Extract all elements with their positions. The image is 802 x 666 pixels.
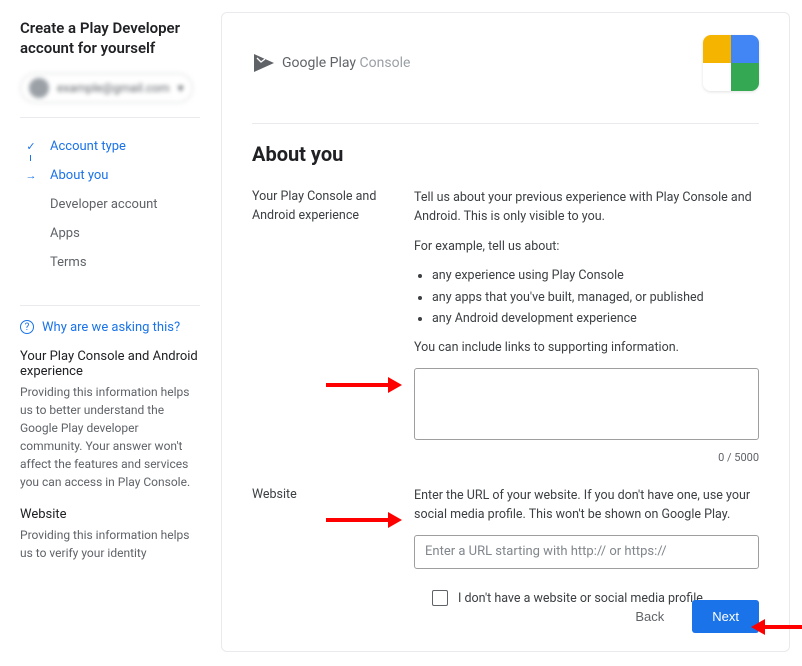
help-section-experience: Your Play Console and Android experience… [20,349,200,491]
account-email: example@gmail.com [57,81,170,95]
list-item: any experience using Play Console [432,266,759,285]
chevron-down-icon: ▾ [178,81,184,95]
website-desc: Enter the URL of your website. If you do… [414,486,759,525]
no-website-checkbox[interactable] [432,590,448,606]
google-play-console-logo: Google Play Console [252,54,410,72]
step-terms[interactable]: Terms [20,248,200,277]
step-connector [30,155,31,161]
play-triangle-icon [252,54,274,72]
experience-label: Your Play Console and Android experience [252,188,390,466]
experience-textarea[interactable] [414,368,759,440]
arrow-right-icon: → [24,169,38,182]
list-item: any Android development experience [432,309,759,328]
step-developer-account[interactable]: Developer account [20,190,200,219]
divider [20,305,200,306]
experience-example-lead: For example, tell us about: [414,237,759,256]
website-label: Website [252,486,390,608]
divider [252,123,759,124]
step-nav: ✓ Account type → About you Developer acc… [20,132,200,277]
experience-outro: You can include links to supporting info… [414,338,759,357]
why-asking-link[interactable]: ? Why are we asking this? [20,320,200,335]
sidebar-title: Create a Play Developer account for your… [20,18,200,59]
account-switcher[interactable]: example@gmail.com ▾ [20,73,193,103]
step-account-type[interactable]: ✓ Account type [20,132,200,161]
footer-actions: Back Next [623,600,759,633]
char-counter: 0 / 5000 [414,449,759,466]
sidebar: Create a Play Developer account for your… [0,0,215,666]
list-item: any apps that you've built, managed, or … [432,288,759,307]
website-input[interactable] [414,535,759,569]
question-icon: ? [20,320,34,334]
experience-field: Your Play Console and Android experience… [252,188,759,466]
back-button[interactable]: Back [623,601,676,632]
help-section-website: Website Providing this information helps… [20,507,200,562]
page-title: About you [252,142,759,166]
check-icon: ✓ [24,140,38,153]
avatar [29,78,49,98]
form-card: Google Play Console About you Your Play … [221,12,790,652]
step-about-you[interactable]: → About you [20,161,200,190]
next-button[interactable]: Next [692,600,759,633]
main: Google Play Console About you Your Play … [215,0,802,666]
step-apps[interactable]: Apps [20,219,200,248]
experience-bullets: any experience using Play Console any ap… [432,266,759,328]
brand-square-icon [703,35,759,91]
card-header: Google Play Console [252,35,759,91]
divider [20,117,200,118]
website-field: Website Enter the URL of your website. I… [252,486,759,608]
experience-intro: Tell us about your previous experience w… [414,188,759,227]
